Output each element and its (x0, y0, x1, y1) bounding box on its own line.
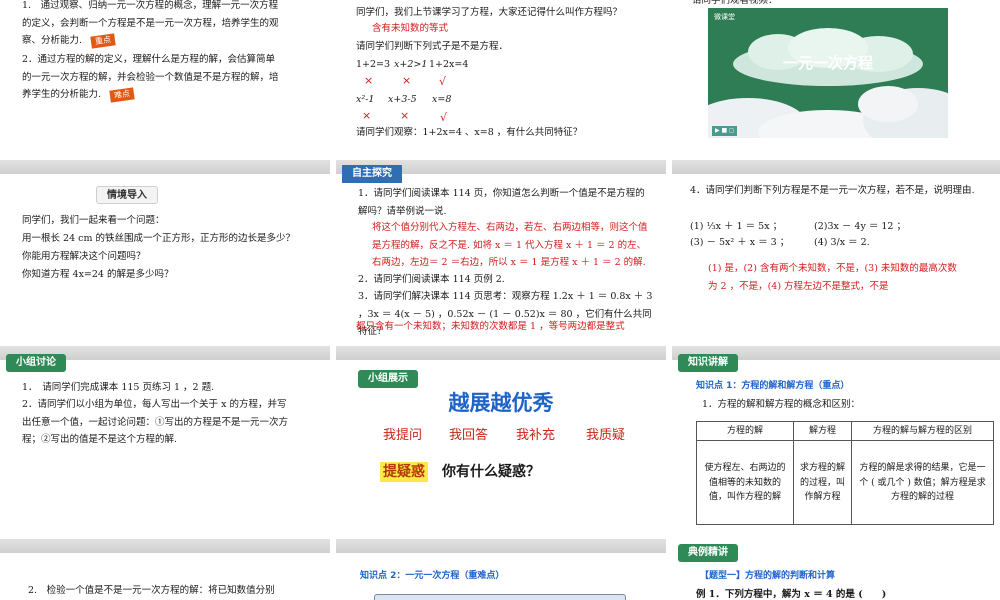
table-header: 方程的解 (696, 420, 794, 442)
knowledge-point-title: 知识点 1：方程的解和解方程（重点） (696, 381, 850, 391)
equation-item: (2)3x － 4y ＝ 12 ； (814, 221, 906, 232)
slide-header-bar (0, 539, 330, 553)
section-tag: 典例精讲 (678, 544, 738, 562)
slide-review-equations[interactable]: 同学们，我们上节课学习了方程，大家还记得什么叫作方程吗？ 含有未知数的等式 请同… (336, 0, 666, 148)
action-item: 我质疑 (586, 428, 626, 443)
knowledge-subtitle: 1．方程的解和解方程的概念和区别： (702, 399, 861, 410)
table-header: 解方程 (793, 420, 852, 442)
objective-1: 1. 通过观察、归纳一元一次方程的概念，理解一元一次方程的定义，会判断一个方程是… (22, 0, 280, 50)
table-header: 方程的解与解方程的区别 (851, 420, 994, 442)
slide-header-bar (336, 346, 666, 360)
slide-context-intro[interactable]: 情境导入 同学们，我们一起来看一个问题： 用一根长 24 cm 的铁丝围成一个正… (0, 174, 330, 342)
verify-line: 2. 检验一个值是不是一元一次方程的解：将已知数值分别 (28, 585, 275, 596)
judge-question: 4．请同学们判断下列方程是不是一元一次方程，若不是，说明理由. (690, 185, 975, 196)
expr-item: x=8 (432, 94, 452, 105)
context-line: 同学们，我们一起来看一个问题： (22, 215, 165, 226)
slide-example[interactable]: 典例精讲 【题型一】方程的解的判断和计算 例 1．下列方程中，解为 x ＝ 4 … (672, 542, 1000, 600)
context-line: 用一根长 24 cm 的铁丝围成一个正方形，正方形的边长是多少？ (22, 233, 295, 244)
slide-group-show[interactable]: 小组展示 越展越优秀 我提问 我回答 我补充 我质疑 提疑惑 你有什么疑惑？ (336, 360, 666, 530)
slide-knowledge-2[interactable]: 知识点 2：一元一次方程（重难点） (336, 555, 666, 600)
review-intro: 同学们，我们上节课学习了方程，大家还记得什么叫作方程吗？ (356, 7, 623, 18)
show-title: 越展越优秀 (448, 391, 554, 415)
action-item: 我补充 (516, 428, 556, 443)
context-line: 你知道方程 4x=24 的解是多少吗？ (22, 269, 174, 280)
video-controls[interactable]: ▶ ■ ◻ (712, 126, 738, 136)
judge-answer: (1) 是，(2) 含有两个未知数，不是，(3) 未知数的最高次数为 2 ，不是… (708, 263, 957, 292)
equation-item: (1) ⅓x ＋ 1 ＝ 5x ； (690, 221, 783, 232)
explore-q2: 2．请同学们阅读课本 114 页例 2. (358, 274, 505, 285)
explore-a1: 将这个值分别代入方程左、右两边，若左、右两边相等，则这个值是方程的解，反之不是.… (372, 222, 648, 269)
action-item: 我回答 (449, 428, 489, 443)
table-cell: 求方程的解的过程，叫作解方程 (793, 440, 852, 526)
table-cell: 使方程左、右两边的值相等的未知数的值，叫作方程的解 (696, 440, 794, 526)
section-tag: 自主探究 (342, 165, 402, 183)
slide-video[interactable]: 请同学们观看视频： 微课堂 一元一次方程 ▶ ■ ◻ (672, 0, 1000, 148)
check-icon: √ (439, 75, 447, 88)
example-question: 例 1．下列方程中，解为 x ＝ 4 的是 ( ) (696, 589, 887, 600)
slide-header-bar (0, 160, 330, 174)
video-title: 一元一次方程 (782, 54, 873, 72)
review-answer: 含有未知数的等式 (372, 23, 449, 34)
slide-knowledge-1[interactable]: 知识讲解 知识点 1：方程的解和解方程（重点） 1．方程的解和解方程的概念和区别… (672, 350, 1000, 530)
slide-header-bar (336, 539, 666, 553)
video-player[interactable]: 微课堂 一元一次方程 ▶ ■ ◻ (708, 8, 948, 138)
equation-item: (3) － 5x² ＋ x ＝ 3 ； (690, 237, 790, 248)
expr-item: 1+2x=4 (429, 59, 469, 70)
slide-group-discussion[interactable]: 小组讨论 1． 请同学们完成课本 115 页练习 1 ，2 题. 2．请同学们以… (0, 350, 330, 530)
slide-verify[interactable]: 2. 检验一个值是不是一元一次方程的解：将已知数值分别 (0, 555, 330, 600)
cross-icon: × (364, 74, 374, 87)
explore-q1: 1．请同学们阅读课本 114 页，你知道怎么判断一个值是不是方程的解吗？请举例说… (358, 188, 645, 217)
question-type-label: 【题型一】方程的解的判断和计算 (700, 571, 836, 581)
slide-header-bar (672, 160, 1000, 174)
slide-self-explore[interactable]: 自主探究 1．请同学们阅读课本 114 页，你知道怎么判断一个值是不是方程的解吗… (336, 160, 666, 342)
section-tag: 知识讲解 (678, 354, 738, 372)
explore-a3: 都只含有一个未知数；未知数的次数都是 1 ，等号两边都是整式 (356, 321, 625, 332)
doubt-label: 提疑惑 (380, 462, 428, 482)
cross-icon: × (402, 74, 412, 87)
table-cell: 方程的解是求得的结果，它是一个 ( 或几个 ) 数值；解方程是求方程的解的过程 (851, 440, 994, 526)
context-line: 你能用方程解决这个问题吗？ (22, 251, 146, 262)
discussion-line-2: 2．请同学们以小组为单位，每人写出一个关于 x 的方程，并写出任意一个值，一起讨… (22, 399, 289, 446)
action-item: 我提问 (383, 428, 423, 443)
equation-item: (4) 3/x ＝ 2. (814, 237, 870, 248)
section-tag: 小组讨论 (6, 354, 66, 372)
comparison-table: 方程的解 解方程 方程的解与解方程的区别 使方程左、右两边的值相等的未知数的值，… (696, 420, 994, 526)
doubt-text: 你有什么疑惑？ (442, 464, 540, 480)
observe-question: 请同学们观察：1+2x=4 、x=8 ，有什么共同特征？ (356, 127, 583, 138)
review-prompt: 请同学们判断下列式子是不是方程． (356, 41, 509, 52)
difficulty-badge: 难点 (109, 87, 135, 103)
content-box (374, 594, 626, 600)
slide-judge-equations[interactable]: 4．请同学们判断下列方程是不是一元一次方程，若不是，说明理由. (1) ⅓x ＋… (672, 174, 1000, 342)
slide-objectives[interactable]: 1. 通过观察、归纳一元一次方程的概念，理解一元一次方程的定义，会判断一个方程是… (0, 0, 330, 148)
knowledge-point-title: 知识点 2：一元一次方程（重难点） (360, 571, 505, 581)
discussion-line-1: 1． 请同学们完成课本 115 页练习 1 ，2 题. (22, 382, 215, 393)
objective-2: 2．通过方程的解的定义，理解什么是方程的解，会估算简单的一元一次方程的解，并会检… (22, 51, 280, 104)
section-tag: 情境导入 (96, 186, 158, 204)
key-point-badge: 重点 (90, 33, 116, 49)
